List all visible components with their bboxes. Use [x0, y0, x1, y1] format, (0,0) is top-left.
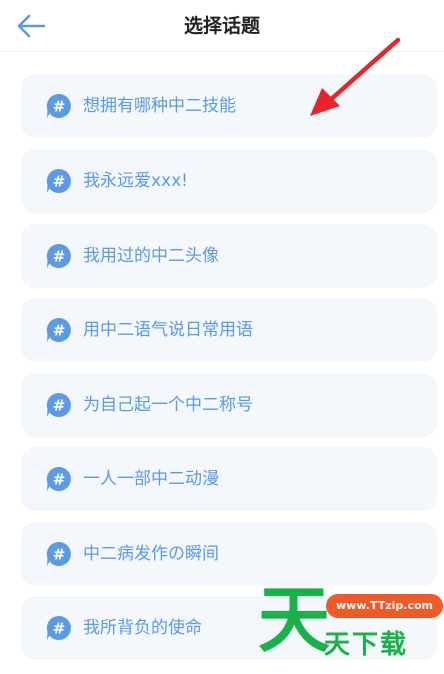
topic-label: 为自己起一个中二称号 — [83, 395, 253, 415]
hashtag-bubble-icon: # — [46, 168, 71, 193]
topic-item[interactable]: # 我用过的中二头像 — [21, 224, 437, 288]
hashtag-bubble-icon: # — [46, 466, 71, 491]
hashtag-bubble-icon: # — [46, 615, 71, 640]
topic-label: 一人一部中二动漫 — [83, 469, 219, 489]
topic-item[interactable]: # 用中二语气说日常用语 — [21, 298, 437, 362]
topic-item[interactable]: # 中二病发作の瞬间 — [21, 522, 437, 586]
top-bar: 选择话题 — [0, 0, 444, 52]
hashtag-bubble-icon: # — [46, 541, 71, 566]
topic-label: 用中二语气说日常用语 — [83, 320, 253, 340]
svg-text:#: # — [53, 248, 66, 266]
svg-text:#: # — [53, 173, 66, 191]
topic-label: 我所背负的使命 — [83, 618, 202, 638]
svg-text:#: # — [53, 471, 66, 489]
topic-label: 想拥有哪种中二技能 — [83, 96, 236, 116]
topic-label: 我永远爱xxx! — [83, 171, 188, 191]
watermark-text: 天下载 — [324, 630, 409, 660]
svg-text:#: # — [53, 546, 66, 564]
hashtag-bubble-icon: # — [46, 243, 71, 268]
svg-text:#: # — [53, 98, 66, 116]
topic-item[interactable]: # 我永远爱xxx! — [21, 149, 437, 213]
topic-label: 我用过的中二头像 — [83, 246, 219, 266]
watermark-url: www.TTzip.com — [326, 594, 443, 618]
topic-item[interactable]: # 一人一部中二动漫 — [21, 447, 437, 511]
svg-text:#: # — [53, 620, 66, 638]
page-title: 选择话题 — [183, 15, 260, 37]
hashtag-bubble-icon: # — [46, 392, 71, 417]
watermark-big-char: 天 — [258, 578, 331, 662]
topic-label: 中二病发作の瞬间 — [83, 544, 219, 564]
hashtag-bubble-icon: # — [46, 93, 71, 118]
topic-item[interactable]: # 为自己起一个中二称号 — [21, 373, 437, 437]
hashtag-bubble-icon: # — [46, 317, 71, 342]
watermark-logo: 天 www.TTzip.com 天下载 — [252, 580, 444, 674]
svg-text:#: # — [53, 397, 66, 415]
svg-text:#: # — [53, 322, 66, 340]
topic-item[interactable]: # 想拥有哪种中二技能 — [21, 74, 437, 138]
